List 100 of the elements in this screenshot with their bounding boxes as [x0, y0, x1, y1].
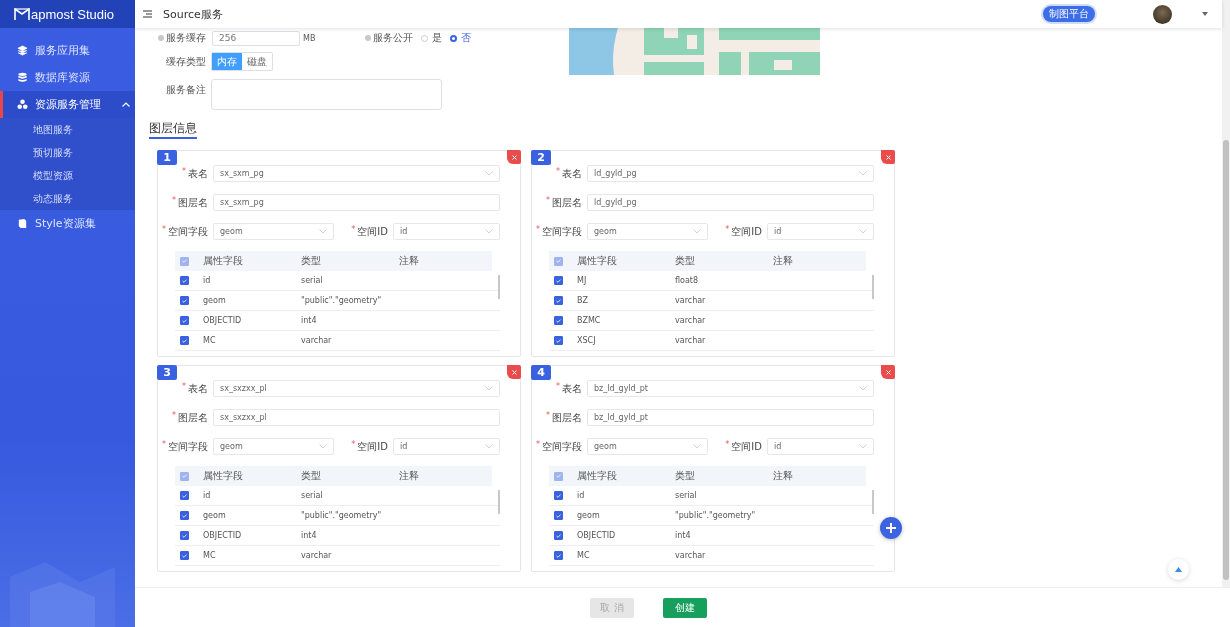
submenu-item[interactable]: 预切服务 — [0, 141, 135, 164]
select-field[interactable]: sx_sxzxx_pl — [213, 380, 500, 397]
back-to-top-button[interactable] — [1168, 559, 1189, 580]
table-cell-text: MC — [203, 551, 217, 560]
layer-number: 1 — [157, 150, 177, 165]
checkbox[interactable] — [554, 336, 563, 345]
scrollbar[interactable] — [1222, 0, 1230, 587]
check-icon — [556, 278, 561, 283]
table-cell-text: id — [203, 491, 212, 500]
checkbox[interactable] — [180, 316, 189, 325]
select-field[interactable]: bz_ld_gyld_pt — [587, 380, 874, 397]
unit-label: MB — [303, 33, 316, 43]
platform-badge[interactable]: 制图平台 — [1043, 6, 1095, 22]
column-header: 类型 — [301, 469, 322, 483]
radio-option[interactable]: 否 — [450, 31, 472, 45]
input-field[interactable]: sx_sxm_pg — [213, 194, 500, 211]
check-icon — [556, 553, 561, 558]
input-field[interactable]: ld_gyld_pg — [587, 194, 874, 211]
table-cell-text: XSCJ — [577, 336, 597, 345]
checkbox[interactable] — [180, 551, 189, 560]
select-field[interactable]: geom — [587, 223, 708, 240]
column-header: 属性字段 — [577, 254, 618, 268]
check-icon — [182, 513, 187, 518]
field-label: * 空间字段 — [535, 439, 582, 454]
table-cell-text: int4 — [301, 316, 318, 325]
chevron-down-icon — [859, 229, 867, 234]
select-field[interactable]: geom — [587, 438, 708, 455]
database-icon — [17, 72, 28, 83]
scrollbar[interactable] — [498, 275, 500, 299]
select-field[interactable]: id — [393, 223, 500, 240]
check-icon — [182, 259, 187, 263]
close-icon — [885, 154, 891, 160]
checkbox[interactable] — [180, 471, 189, 481]
add-button[interactable] — [880, 517, 902, 539]
scrollbar[interactable] — [872, 490, 874, 514]
checkbox[interactable] — [180, 276, 189, 285]
submenu-item[interactable]: 动态服务 — [0, 187, 135, 210]
close-button[interactable] — [881, 365, 895, 379]
table-cell-text: geom — [577, 511, 601, 520]
table-cell-text: id — [203, 276, 212, 285]
chevron-down-icon — [693, 444, 701, 449]
checkbox[interactable] — [554, 296, 563, 305]
select-field[interactable]: geom — [213, 223, 334, 240]
checkbox[interactable] — [180, 491, 189, 500]
checkbox[interactable] — [180, 296, 189, 305]
field-label: * 空间字段 — [161, 224, 208, 239]
checkbox[interactable] — [180, 511, 189, 520]
radio-option[interactable]: 是 — [421, 31, 443, 45]
checkbox[interactable] — [554, 511, 563, 520]
table-cell-text: MJ — [577, 276, 588, 285]
sidebar-item[interactable]: 数据库资源 — [0, 64, 135, 91]
submenu-item[interactable]: 模型资源 — [0, 164, 135, 187]
avatar[interactable] — [1153, 4, 1172, 24]
create-button[interactable]: 创建 — [663, 597, 707, 618]
field-label: * 空间ID — [350, 224, 388, 239]
input-field[interactable]: sx_sxzxx_pl — [213, 409, 500, 426]
checkbox[interactable] — [554, 531, 563, 540]
caret-icon[interactable] — [1202, 12, 1208, 16]
section-title: 图层信息 — [149, 121, 197, 139]
checkbox[interactable] — [180, 336, 189, 345]
scrollbar[interactable] — [498, 490, 500, 514]
sidebar-item[interactable]: 服务应用集 — [0, 37, 135, 64]
select-field[interactable]: id — [393, 438, 500, 455]
checkbox[interactable] — [554, 316, 563, 325]
field-label: * 空间ID — [724, 224, 762, 239]
checkbox[interactable] — [180, 531, 189, 540]
column-header: 注释 — [773, 469, 794, 483]
checkbox[interactable] — [180, 256, 189, 266]
close-button[interactable] — [507, 150, 521, 164]
field-label: * 表名 — [181, 381, 208, 396]
select-field[interactable]: ld_gyld_pg — [587, 165, 874, 182]
checkbox[interactable] — [554, 276, 563, 285]
logo-text: apmost Studio — [31, 6, 115, 22]
input-field[interactable]: bz_ld_gyld_pt — [587, 409, 874, 426]
scrollbar[interactable] — [872, 275, 874, 299]
select-field[interactable]: id — [767, 438, 874, 455]
menu-icon[interactable] — [143, 10, 152, 18]
sidebar-item[interactable]: 资源服务管理 — [0, 91, 135, 118]
chevron-down-icon — [859, 171, 867, 176]
table-cell-text: MC — [203, 336, 217, 345]
chevron-down-icon — [485, 386, 493, 391]
remark-field[interactable] — [211, 79, 442, 110]
close-button[interactable] — [881, 150, 895, 164]
column-header: 属性字段 — [577, 469, 618, 483]
input-field[interactable]: 256 — [212, 30, 300, 46]
sidebar-item[interactable]: Style资源集 — [0, 210, 135, 237]
table-cell-text: "public"."geometry" — [675, 511, 757, 520]
checkbox[interactable] — [554, 256, 563, 266]
close-button[interactable] — [507, 365, 521, 379]
close-icon — [885, 369, 891, 375]
checkbox[interactable] — [554, 491, 563, 500]
table-cell-text: int4 — [675, 531, 692, 540]
select-field[interactable]: sx_sxm_pg — [213, 165, 500, 182]
submenu-item[interactable]: 地图服务 — [0, 118, 135, 141]
select-field[interactable]: geom — [213, 438, 334, 455]
checkbox[interactable] — [554, 471, 563, 481]
select-field[interactable]: id — [767, 223, 874, 240]
check-icon — [182, 298, 187, 303]
column-header: 类型 — [675, 254, 696, 268]
checkbox[interactable] — [554, 551, 563, 560]
